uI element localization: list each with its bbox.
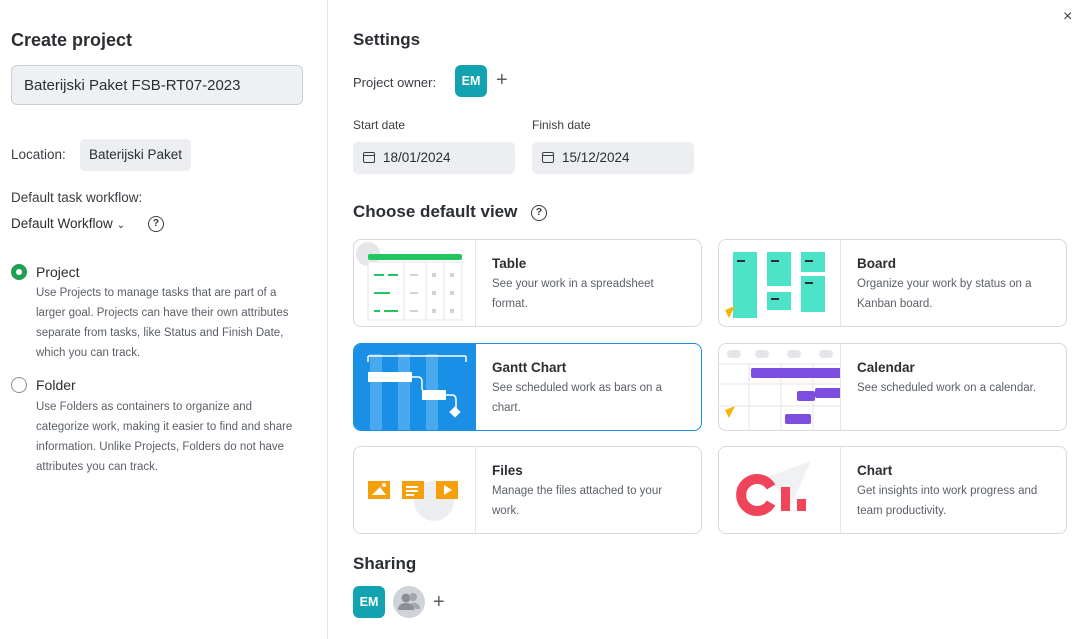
view-card-title: Files [492, 463, 523, 478]
gantt-thumbnail [354, 344, 476, 430]
start-date-value: 18/01/2024 [383, 150, 451, 165]
view-card-description: Manage the files attached to your work. [492, 485, 663, 517]
files-thumbnail [354, 447, 476, 533]
table-thumbnail [354, 240, 476, 326]
start-date-label: Start date [353, 118, 406, 132]
view-card-description: See scheduled work on a calendar. [857, 382, 1037, 394]
board-thumbnail [719, 240, 841, 326]
workflow-label: Default task workflow: [11, 190, 143, 205]
view-card-title: Board [857, 256, 897, 271]
view-card-description: See scheduled work as bars on a chart. [492, 382, 663, 414]
location-chip[interactable]: Baterijski Paket [80, 139, 192, 171]
view-card-files[interactable]: Files Manage the files attached to your … [353, 446, 702, 534]
member-avatar[interactable]: EM [353, 586, 385, 618]
settings-title: Settings [353, 30, 421, 49]
calendar-illustration-icon [719, 350, 840, 430]
add-member-icon[interactable]: + [433, 592, 445, 612]
chevron-down-icon: ⌄ [116, 220, 126, 231]
chart-thumbnail [719, 447, 841, 533]
finish-date-value: 15/12/2024 [562, 150, 630, 165]
sharing-title: Sharing [353, 554, 417, 573]
view-card-description: Get insights into work progress and team… [857, 485, 1038, 517]
view-card-gantt[interactable]: Gantt Chart See scheduled work as bars o… [353, 343, 702, 431]
view-card-title: Calendar [857, 360, 915, 375]
help-icon[interactable]: ? [531, 205, 547, 221]
view-card-title: Chart [857, 463, 893, 478]
radio-folder[interactable] [11, 377, 27, 393]
calendar-icon [542, 152, 554, 163]
view-card-board[interactable]: Board Organize your work by status on a … [718, 239, 1067, 327]
view-card-calendar[interactable]: Calendar See scheduled work on a calenda… [718, 343, 1067, 431]
view-card-table[interactable]: Table See your work in a spreadsheet for… [353, 239, 702, 327]
start-date-field[interactable]: 18/01/2024 [353, 142, 515, 174]
view-card-title: Table [492, 256, 527, 271]
option-project-title[interactable]: Project [36, 264, 80, 280]
view-card-description: Organize your work by status on a Kanban… [857, 278, 1032, 310]
owner-avatar[interactable]: EM [455, 65, 487, 97]
files-illustration-icon [368, 481, 458, 521]
table-illustration-icon [356, 242, 463, 321]
radio-project[interactable] [11, 264, 27, 280]
group-avatar-icon[interactable] [393, 586, 425, 618]
option-folder-title[interactable]: Folder [36, 377, 76, 393]
close-icon[interactable]: × [1063, 9, 1077, 25]
option-project-description: Use Projects to manage tasks that are pa… [36, 287, 289, 359]
calendar-thumbnail [719, 344, 841, 430]
finish-date-label: Finish date [532, 118, 591, 132]
calendar-icon [363, 152, 375, 163]
users-icon [398, 593, 420, 610]
create-project-panel: Create project Location: Baterijski Pake… [0, 0, 328, 639]
chart-illustration-icon [736, 461, 811, 516]
option-folder-description: Use Folders as containers to organize an… [36, 401, 293, 473]
location-label: Location: [11, 147, 66, 162]
board-illustration-icon [725, 252, 825, 318]
project-name-input[interactable] [11, 65, 303, 105]
workflow-value: Default Workflow [11, 216, 113, 231]
help-icon[interactable]: ? [148, 216, 164, 232]
workflow-select[interactable]: Default Workflow ⌄ [11, 216, 125, 231]
gantt-illustration-icon [367, 354, 467, 430]
create-project-title: Create project [11, 30, 133, 50]
view-card-chart[interactable]: Chart Get insights into work progress an… [718, 446, 1067, 534]
add-owner-icon[interactable]: + [496, 70, 508, 90]
view-card-title: Gantt Chart [492, 360, 567, 375]
project-owner-label: Project owner: [353, 75, 437, 90]
view-card-description: See your work in a spreadsheet format. [492, 278, 654, 310]
finish-date-field[interactable]: 15/12/2024 [532, 142, 694, 174]
choose-view-title: Choose default view [353, 202, 518, 221]
